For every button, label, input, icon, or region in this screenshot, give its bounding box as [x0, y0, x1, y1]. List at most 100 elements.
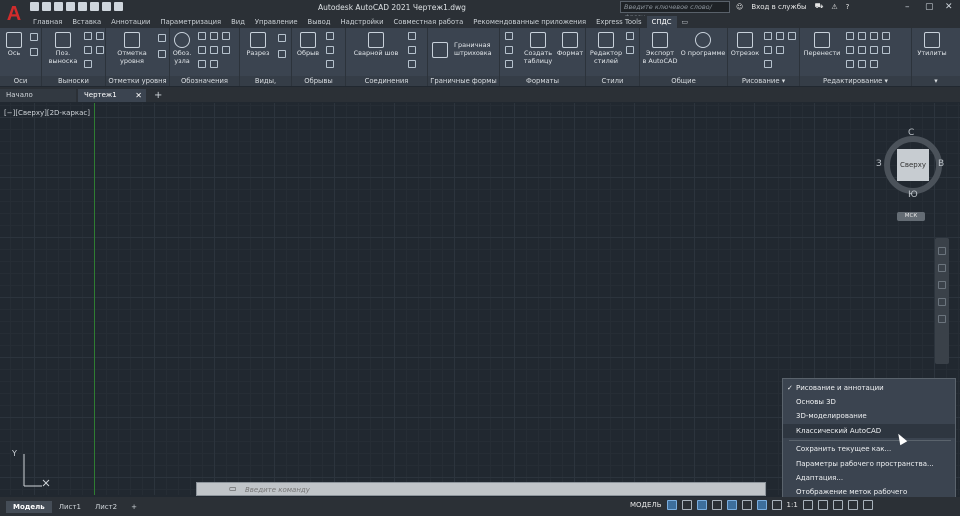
move-button[interactable]: Перенести	[802, 32, 842, 58]
menu-item-3d-basics[interactable]: Основы 3D	[783, 395, 955, 409]
command-prompt-icon[interactable]: ▭	[229, 484, 237, 493]
tab-toggle-icon[interactable]: ▭	[677, 18, 693, 26]
close-icon[interactable]: ✕	[945, 2, 953, 12]
menu-item-customize[interactable]: Адаптация...	[783, 471, 955, 485]
symbol-tool-icon[interactable]	[222, 46, 230, 54]
style-editor-button[interactable]: Редактор стилей	[588, 32, 624, 65]
tab-express-tools[interactable]: Express Tools	[591, 18, 646, 26]
leader-tool-icon[interactable]	[96, 46, 104, 54]
style-tool-icon[interactable]	[626, 46, 634, 54]
modify-tool-icon[interactable]	[846, 46, 854, 54]
exchange-icon[interactable]: ⚠	[831, 3, 837, 11]
axis-tool-icon[interactable]	[30, 33, 38, 41]
level-tool-icon[interactable]	[158, 34, 166, 42]
weld-button[interactable]: Сварной шов	[350, 32, 402, 58]
modify-tool-icon[interactable]	[846, 60, 854, 68]
tab-parametric[interactable]: Параметризация	[155, 18, 226, 26]
command-line[interactable]: ▭	[196, 482, 766, 496]
modify-tool-icon[interactable]	[870, 32, 878, 40]
format-tool-icon[interactable]	[505, 60, 513, 68]
format-tool-icon[interactable]	[505, 32, 513, 40]
symbol-tool-icon[interactable]	[210, 60, 218, 68]
modify-tool-icon[interactable]	[870, 60, 878, 68]
modify-tool-icon[interactable]	[858, 60, 866, 68]
signin-link[interactable]: Вход в службы	[751, 3, 806, 11]
symbol-tool-icon[interactable]	[198, 32, 206, 40]
draw-tool-icon[interactable]	[788, 32, 796, 40]
help-icon[interactable]: ?	[846, 3, 850, 11]
viewport-controls[interactable]: [−][Сверху][2D-каркас]	[4, 109, 90, 117]
fullscreen-icon[interactable]	[847, 500, 858, 510]
tab-view[interactable]: Вид	[226, 18, 250, 26]
user-icon[interactable]: ☺	[736, 3, 743, 11]
add-layout-icon[interactable]: +	[124, 501, 144, 513]
draw-tool-icon[interactable]	[776, 46, 784, 54]
tab-start[interactable]: Начало	[0, 89, 76, 102]
tab-annotate[interactable]: Аннотации	[106, 18, 155, 26]
menu-item-classic-autocad[interactable]: Классический AutoCAD	[783, 424, 955, 438]
utilities-button[interactable]: Утилиты	[914, 32, 950, 58]
panel-title[interactable]: ▾	[912, 76, 960, 86]
draw-tool-icon[interactable]	[764, 46, 772, 54]
osnap-icon[interactable]	[726, 500, 737, 510]
plot-icon[interactable]	[90, 2, 99, 11]
modify-tool-icon[interactable]	[858, 46, 866, 54]
save-icon[interactable]	[54, 2, 63, 11]
symbol-tool-icon[interactable]	[222, 32, 230, 40]
new-tab-icon[interactable]: +	[148, 89, 168, 102]
zoom-extents-icon[interactable]	[938, 281, 946, 289]
layout-tab-model[interactable]: Модель	[6, 500, 52, 513]
joint-tool-icon[interactable]	[408, 60, 416, 68]
modify-tool-icon[interactable]	[870, 46, 878, 54]
redo-icon[interactable]	[114, 2, 123, 11]
leader-tool-icon[interactable]	[84, 46, 92, 54]
leader-tool-icon[interactable]	[96, 32, 104, 40]
polar-icon[interactable]	[711, 500, 722, 510]
ortho-icon[interactable]	[696, 500, 707, 510]
layout-tab-sheet1[interactable]: Лист1	[52, 501, 88, 513]
annotation-scale[interactable]: 1:1	[787, 501, 798, 509]
format-tool-icon[interactable]	[505, 46, 513, 54]
draw-tool-icon[interactable]	[764, 32, 772, 40]
tab-collaborate[interactable]: Совместная работа	[389, 18, 469, 26]
panel-title[interactable]: Редактирование ▾	[800, 76, 911, 86]
menu-item-workspace-settings[interactable]: Параметры рабочего пространства...	[783, 457, 955, 471]
showmotion-icon[interactable]	[938, 315, 946, 323]
tab-spds[interactable]: СПДС	[646, 16, 677, 28]
layout-tab-sheet2[interactable]: Лист2	[88, 501, 124, 513]
lineweight-icon[interactable]	[741, 500, 752, 510]
model-space-toggle[interactable]: МОДЕЛЬ	[630, 501, 662, 509]
export-autocad-button[interactable]: Экспорт в AutoCAD	[640, 32, 680, 65]
axis-tool-icon[interactable]	[30, 48, 38, 56]
new-file-icon[interactable]	[30, 2, 39, 11]
tab-drawing1[interactable]: Чертеж1 ✕	[78, 89, 146, 102]
close-tab-icon[interactable]: ✕	[135, 89, 142, 102]
modify-tool-icon[interactable]	[882, 46, 890, 54]
symbol-tool-icon[interactable]	[210, 32, 218, 40]
menu-item-drafting-annotation[interactable]: ✓ Рисование и аннотации	[783, 381, 955, 395]
level-tool-icon[interactable]	[158, 50, 166, 58]
menu-item-3d-modeling[interactable]: 3D-моделирование	[783, 409, 955, 423]
grid-icon[interactable]	[666, 500, 677, 510]
leader-tool-icon[interactable]	[84, 60, 92, 68]
snap-icon[interactable]	[681, 500, 692, 510]
draw-tool-icon[interactable]	[764, 60, 772, 68]
annotation-icon[interactable]	[771, 500, 782, 510]
modify-tool-icon[interactable]	[858, 32, 866, 40]
autocad-logo[interactable]: A	[0, 0, 28, 28]
symbol-tool-icon[interactable]	[198, 46, 206, 54]
compass-east[interactable]: В	[938, 159, 944, 169]
viewcube[interactable]: Сверху С Ю В З МСК	[876, 128, 944, 224]
full-navigation-wheel-icon[interactable]	[938, 247, 946, 255]
undo-icon[interactable]	[102, 2, 111, 11]
level-mark-button[interactable]: Отметка уровня	[114, 32, 150, 65]
save-as-icon[interactable]	[66, 2, 75, 11]
tab-manage[interactable]: Управление	[250, 18, 303, 26]
about-button[interactable]: О программе	[678, 32, 728, 58]
section-button[interactable]: Разрез	[244, 32, 272, 58]
selection-cycling-icon[interactable]	[756, 500, 767, 510]
view-tool-icon[interactable]	[278, 34, 286, 42]
format-button[interactable]: Формат	[556, 32, 584, 58]
maximize-icon[interactable]: ▢	[925, 2, 934, 12]
pan-icon[interactable]	[938, 264, 946, 272]
